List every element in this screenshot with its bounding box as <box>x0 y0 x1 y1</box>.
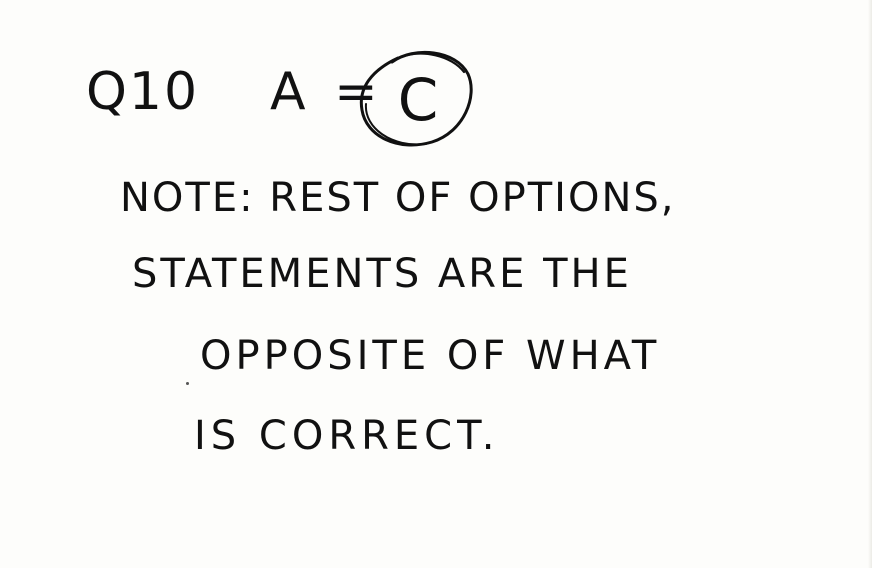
note-line: STATEMENTS ARE THE <box>132 251 632 297</box>
note-line: NOTE: REST OF OPTIONS, <box>120 175 676 221</box>
answer-value: C <box>397 66 439 134</box>
note-line: IS CORRECT. <box>194 413 500 459</box>
handwritten-note-page: Q10 A = C NOTE: REST OF OPTIONS, STATEME… <box>0 0 872 568</box>
ink-dot <box>186 382 189 385</box>
question-label: Q10 <box>86 62 200 122</box>
paper-edge <box>868 0 872 568</box>
note-line: OPPOSITE OF WHAT <box>200 333 661 379</box>
